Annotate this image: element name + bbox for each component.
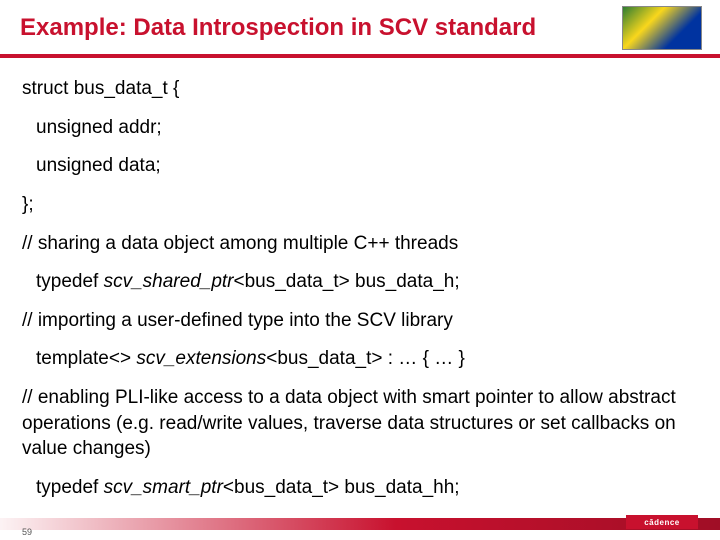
code-text: <bus_data_t> bus_data_hh; bbox=[223, 477, 460, 498]
code-line-typedef-shared: typedef scv_shared_ptr<bus_data_t> bus_d… bbox=[22, 269, 698, 295]
cadence-logo-text: cādence bbox=[644, 518, 680, 527]
code-comment-importing: // importing a user-defined type into th… bbox=[22, 308, 698, 334]
code-line-data: unsigned data; bbox=[22, 153, 698, 179]
code-text: <bus_data_t> bus_data_h; bbox=[234, 271, 460, 292]
code-line-addr: unsigned addr; bbox=[22, 115, 698, 141]
code-comment-pli: // enabling PLI-like access to a data ob… bbox=[22, 385, 698, 462]
code-text: typedef bbox=[36, 477, 104, 498]
footer-gradient-bar bbox=[0, 518, 720, 530]
page-number: 59 bbox=[22, 527, 32, 537]
cadence-logo: cādence bbox=[626, 515, 698, 529]
code-keyword-smart-ptr: scv_smart_ptr bbox=[104, 477, 223, 498]
slide-header: Example: Data Introspection in SCV stand… bbox=[0, 0, 720, 58]
code-text: template<> bbox=[36, 348, 136, 369]
brazil-flag-logo bbox=[622, 6, 702, 50]
code-text: typedef bbox=[36, 271, 104, 292]
code-keyword-extensions: scv_extensions bbox=[136, 348, 266, 369]
code-comment-sharing: // sharing a data object among multiple … bbox=[22, 231, 698, 257]
code-line-struct: struct bus_data_t { bbox=[22, 76, 698, 102]
code-text: <bus_data_t> : … { … } bbox=[266, 348, 465, 369]
code-line-template: template<> scv_extensions<bus_data_t> : … bbox=[22, 346, 698, 372]
slide-body: struct bus_data_t { unsigned addr; unsig… bbox=[0, 58, 720, 501]
code-line-typedef-smart: typedef scv_smart_ptr<bus_data_t> bus_da… bbox=[22, 475, 698, 501]
code-keyword-shared-ptr: scv_shared_ptr bbox=[104, 271, 234, 292]
code-line-close: }; bbox=[22, 192, 698, 218]
slide-title: Example: Data Introspection in SCV stand… bbox=[20, 14, 536, 42]
